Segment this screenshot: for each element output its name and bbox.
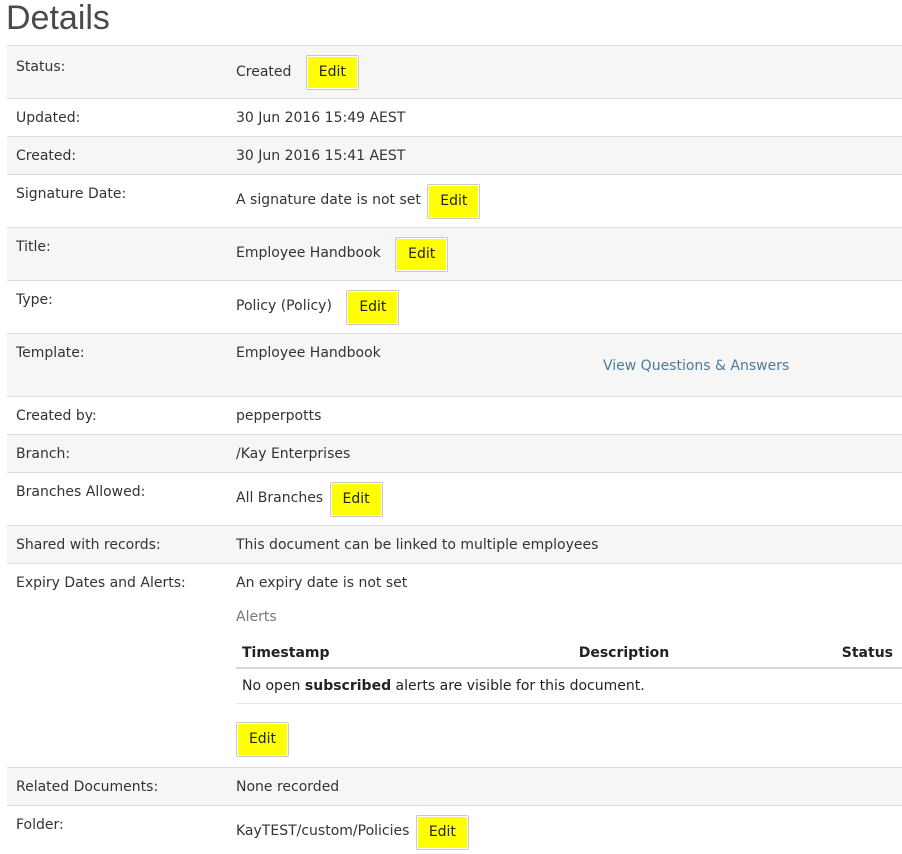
- value-cell: None recorded: [236, 767, 902, 806]
- created-by-value: pepperpotts: [236, 408, 322, 424]
- branches-allowed-label: Branches Allowed:: [16, 484, 146, 500]
- branches-allowed-value: All Branches: [236, 490, 324, 506]
- label-cell: Folder:: [7, 805, 236, 854]
- label-cell: Updated:: [7, 98, 236, 137]
- label-cell: Branches Allowed:: [7, 472, 236, 526]
- value-cell: Policy (Policy) Edit: [236, 280, 902, 334]
- row-related-documents: Related Documents: None recorded: [7, 767, 902, 806]
- template-value: Employee Handbook: [236, 345, 381, 361]
- related-value: None recorded: [236, 779, 340, 795]
- value-cell: An expiry date is not set Alerts Timesta…: [236, 563, 902, 768]
- row-created-by: Created by: pepperpotts: [7, 396, 902, 435]
- col-status[interactable]: Status: [780, 638, 902, 669]
- title-edit-button[interactable]: Edit: [395, 237, 449, 272]
- expiry-label: Expiry Dates and Alerts:: [16, 575, 186, 591]
- value-cell: 30 Jun 2016 15:49 AEST: [236, 98, 902, 137]
- page: Details Status: Created Edit Updated: 30…: [0, 0, 902, 854]
- type-edit-button[interactable]: Edit: [346, 290, 400, 325]
- value-cell: This document can be linked to multiple …: [236, 525, 902, 564]
- alerts-empty-message: No open subscribed alerts are visible fo…: [236, 668, 902, 704]
- label-cell: Title:: [7, 227, 236, 281]
- row-template: Template: Employee Handbook View Questio…: [7, 333, 902, 397]
- value-cell: All Branches Edit: [236, 472, 902, 526]
- signature-date-label: Signature Date:: [16, 186, 127, 202]
- label-cell: Type:: [7, 280, 236, 334]
- created-label: Created:: [16, 148, 77, 164]
- value-cell: KayTEST/custom/Policies Edit: [236, 805, 902, 854]
- row-expiry: Expiry Dates and Alerts: An expiry date …: [7, 563, 902, 768]
- row-folder: Folder: KayTEST/custom/Policies Edit: [7, 805, 902, 854]
- value-cell: A signature date is not set Edit: [236, 174, 902, 228]
- title-label: Title:: [16, 239, 51, 255]
- page-title: Details: [6, 0, 110, 37]
- row-branches-allowed: Branches Allowed: All Branches Edit: [7, 472, 902, 526]
- updated-value: 30 Jun 2016 15:49 AEST: [236, 110, 406, 126]
- folder-value: KayTEST/custom/Policies: [236, 823, 410, 839]
- row-shared-with-records: Shared with records: This document can b…: [7, 525, 902, 564]
- value-cell: pepperpotts: [236, 396, 902, 435]
- updated-label: Updated:: [16, 110, 81, 126]
- alerts-table: Timestamp Description Status No open sub…: [236, 638, 902, 704]
- label-cell: Signature Date:: [7, 174, 236, 228]
- details-table: Status: Created Edit Updated: 30 Jun 201…: [7, 45, 902, 854]
- alerts-empty-bold: subscribed: [304, 678, 392, 694]
- label-cell: Shared with records:: [7, 525, 236, 564]
- title-value: Employee Handbook: [236, 245, 381, 261]
- status-edit-button[interactable]: Edit: [305, 55, 359, 90]
- branch-value: /Kay Enterprises: [236, 446, 351, 462]
- type-value: Policy (Policy): [236, 298, 332, 314]
- col-timestamp[interactable]: Timestamp: [236, 638, 468, 669]
- alerts-header-row: Timestamp Description Status: [236, 638, 902, 669]
- type-label: Type:: [16, 292, 53, 308]
- view-questions-answers-link[interactable]: View Questions & Answers: [603, 358, 789, 374]
- row-signature-date: Signature Date: A signature date is not …: [7, 174, 902, 228]
- label-cell: Created by:: [7, 396, 236, 435]
- label-cell: Related Documents:: [7, 767, 236, 806]
- folder-edit-button[interactable]: Edit: [415, 815, 469, 850]
- expiry-edit-button[interactable]: Edit: [236, 722, 289, 757]
- signature-date-edit-button[interactable]: Edit: [427, 184, 481, 219]
- row-title: Title: Employee Handbook Edit: [7, 227, 902, 281]
- branches-allowed-edit-button[interactable]: Edit: [329, 482, 383, 517]
- row-updated: Updated: 30 Jun 2016 15:49 AEST: [7, 98, 902, 137]
- value-cell: /Kay Enterprises: [236, 434, 902, 473]
- value-cell: Created Edit: [236, 45, 902, 99]
- alerts-empty-suffix: alerts are visible for this document.: [391, 678, 645, 694]
- label-cell: Template:: [7, 333, 236, 397]
- label-cell: Expiry Dates and Alerts:: [7, 563, 236, 768]
- row-status: Status: Created Edit: [7, 45, 902, 99]
- row-branch: Branch: /Kay Enterprises: [7, 434, 902, 473]
- row-type: Type: Policy (Policy) Edit: [7, 280, 902, 334]
- value-cell: Employee Handbook View Questions & Answe…: [236, 333, 902, 397]
- related-label: Related Documents:: [16, 779, 159, 795]
- shared-label: Shared with records:: [16, 537, 161, 553]
- folder-label: Folder:: [16, 817, 64, 833]
- value-cell: Employee Handbook Edit: [236, 227, 902, 281]
- alerts-heading: Alerts: [236, 609, 277, 625]
- status-label: Status:: [16, 59, 66, 75]
- expiry-value: An expiry date is not set: [236, 575, 408, 591]
- shared-value: This document can be linked to multiple …: [236, 537, 599, 553]
- value-cell: 30 Jun 2016 15:41 AEST: [236, 136, 902, 175]
- template-label: Template:: [16, 345, 85, 361]
- col-description[interactable]: Description: [468, 638, 780, 669]
- alerts-empty-row: No open subscribed alerts are visible fo…: [236, 668, 902, 704]
- branch-label: Branch:: [16, 446, 71, 462]
- label-cell: Status:: [7, 45, 236, 99]
- row-created: Created: 30 Jun 2016 15:41 AEST: [7, 136, 902, 175]
- status-value: Created: [236, 64, 292, 80]
- created-value: 30 Jun 2016 15:41 AEST: [236, 148, 406, 164]
- label-cell: Created:: [7, 136, 236, 175]
- label-cell: Branch:: [7, 434, 236, 473]
- signature-date-value: A signature date is not set: [236, 192, 421, 208]
- alerts-empty-prefix: No open: [242, 678, 305, 694]
- created-by-label: Created by:: [16, 408, 97, 424]
